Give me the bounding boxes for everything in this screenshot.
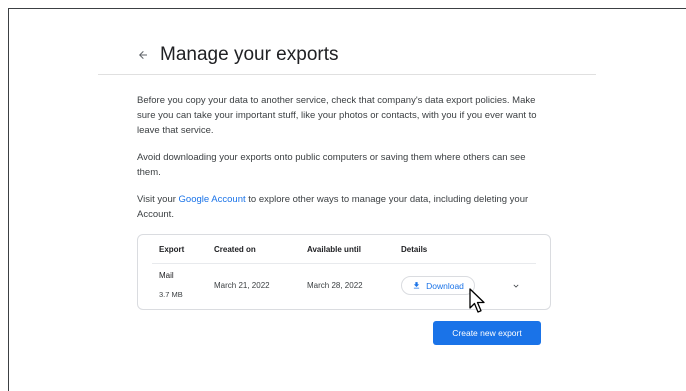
expand-row-button[interactable] [510, 280, 522, 292]
available-until-date: March 28, 2022 [307, 281, 363, 290]
create-new-export-button[interactable]: Create new export [433, 321, 541, 345]
column-header-details: Details [401, 245, 428, 254]
exports-table: Export Created on Available until Detail… [137, 234, 551, 310]
export-policy-paragraph: Before you copy your data to another ser… [137, 95, 537, 136]
paragraph-text-before: Visit your [137, 194, 179, 205]
download-label: Download [426, 280, 464, 291]
download-button[interactable]: Download [401, 276, 475, 295]
download-icon [412, 281, 421, 290]
export-name: Mail [159, 271, 174, 280]
public-computer-warning: Avoid downloading your exports onto publ… [137, 152, 526, 178]
header-divider [152, 263, 536, 264]
chevron-down-icon [513, 284, 519, 288]
created-on-date: March 21, 2022 [214, 281, 270, 290]
google-account-paragraph: Visit your Google Account to explore oth… [137, 192, 551, 222]
page-header: Manage your exports [98, 38, 596, 75]
back-button[interactable] [134, 46, 152, 64]
column-header-available-until: Available until [307, 245, 361, 254]
mouse-pointer-icon [469, 288, 485, 313]
column-header-created-on: Created on [214, 245, 256, 254]
arrow-back-icon [139, 51, 147, 59]
export-size: 3.7 MB [159, 290, 183, 299]
google-account-link[interactable]: Google Account [179, 194, 246, 205]
column-header-export: Export [159, 245, 185, 254]
page-title: Manage your exports [160, 44, 339, 65]
